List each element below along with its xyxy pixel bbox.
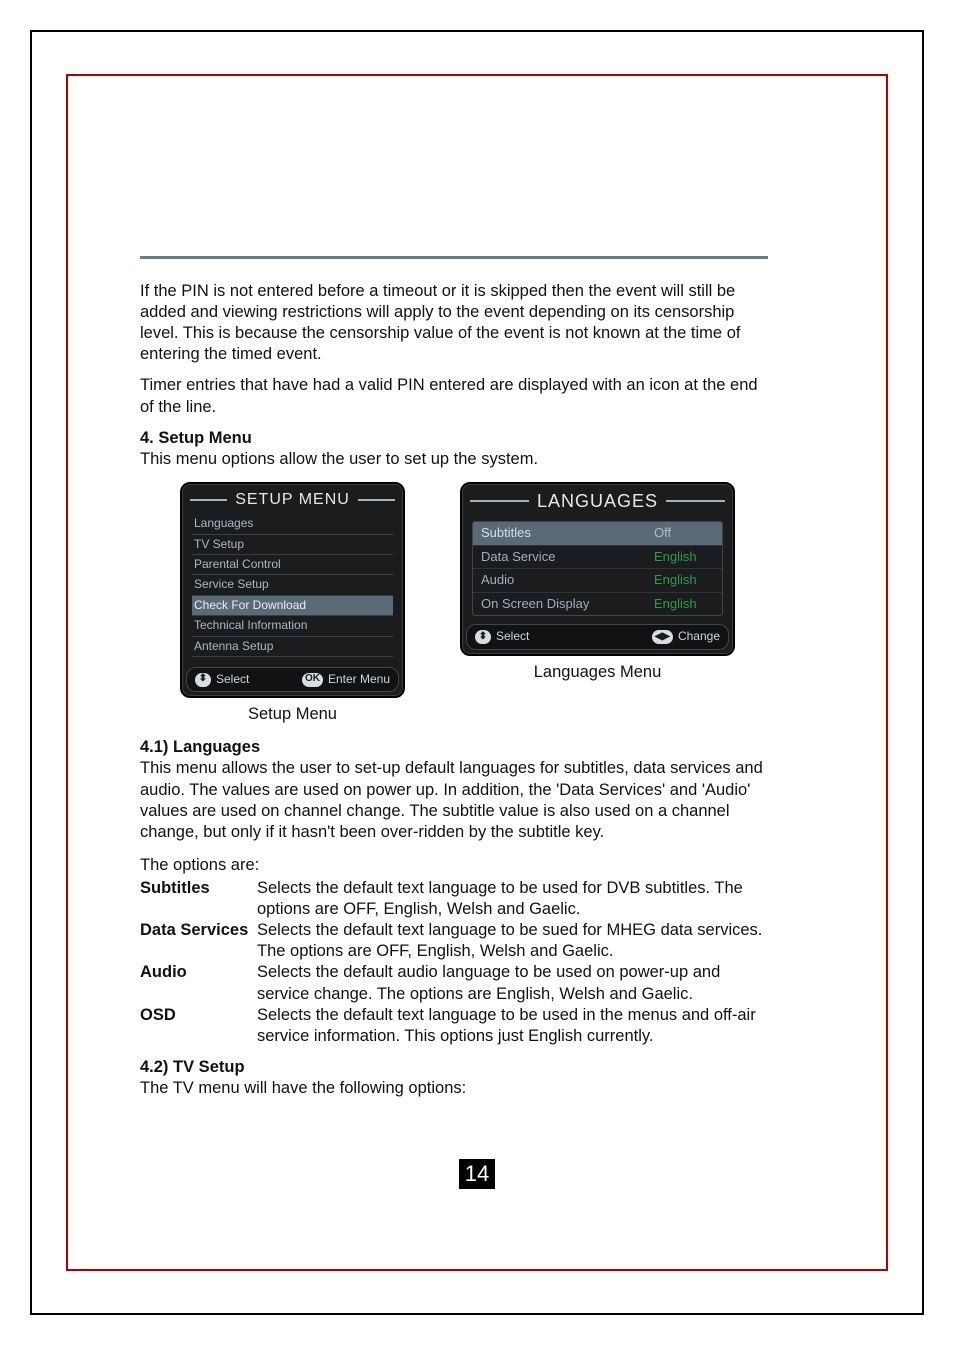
page-border-outer: If the PIN is not entered before a timeo… bbox=[30, 30, 924, 1315]
updown-icon: ⬍ bbox=[195, 673, 211, 687]
title-line-right bbox=[358, 499, 395, 501]
option-key: Data Services bbox=[140, 920, 257, 962]
language-row: On Screen DisplayEnglish bbox=[473, 593, 722, 616]
setup-menu-panel: SETUP MENU LanguagesTV SetupParental Con… bbox=[180, 482, 405, 698]
paragraph-tv-setup: The TV menu will have the following opti… bbox=[140, 1078, 768, 1099]
footer-enter-label: Enter Menu bbox=[328, 672, 390, 687]
language-key: Subtitles bbox=[481, 525, 654, 542]
language-key: Data Service bbox=[481, 549, 654, 566]
option-key: OSD bbox=[140, 1005, 257, 1047]
leftright-icon: ◀▶ bbox=[652, 630, 673, 644]
footer-select-group: ⬍ Select bbox=[195, 672, 249, 687]
footer-change-label: Change bbox=[678, 629, 720, 644]
languages-footer: ⬍ Select ◀▶ Change bbox=[466, 624, 729, 649]
language-value: English bbox=[654, 572, 714, 589]
paragraph-pin: If the PIN is not entered before a timeo… bbox=[140, 281, 768, 365]
menu-item: Languages bbox=[192, 514, 393, 534]
menu-item: Parental Control bbox=[192, 555, 393, 575]
updown-icon: ⬍ bbox=[475, 630, 491, 644]
heading-tv-setup: 4.2) TV Setup bbox=[140, 1057, 768, 1078]
header-rule bbox=[140, 256, 768, 259]
title-line-left bbox=[470, 500, 529, 502]
page-number: 14 bbox=[459, 1159, 495, 1189]
language-row: AudioEnglish bbox=[473, 569, 722, 593]
footer-select-label: Select bbox=[216, 672, 249, 687]
options-intro: The options are: bbox=[140, 855, 768, 876]
option-row: Data ServicesSelects the default text la… bbox=[140, 920, 768, 962]
figures-row: SETUP MENU LanguagesTV SetupParental Con… bbox=[180, 482, 768, 725]
languages-rows: SubtitlesOffData ServiceEnglishAudioEngl… bbox=[472, 521, 723, 617]
content-column: If the PIN is not entered before a timeo… bbox=[140, 256, 768, 1109]
options-wrap: The options are: SubtitlesSelects the de… bbox=[140, 855, 768, 1047]
option-value: Selects the default text language to be … bbox=[257, 920, 768, 962]
option-value: Selects the default text language to be … bbox=[257, 878, 768, 920]
language-value: Off bbox=[654, 525, 714, 542]
languages-body: SubtitlesOffData ServiceEnglishAudioEngl… bbox=[462, 515, 733, 621]
language-key: On Screen Display bbox=[481, 596, 654, 613]
menu-item: Antenna Setup bbox=[192, 637, 393, 657]
paragraph-setup-intro: This menu options allow the user to set … bbox=[140, 449, 768, 470]
option-key: Audio bbox=[140, 962, 257, 1004]
footer-select-label: Select bbox=[496, 629, 529, 644]
options-table: SubtitlesSelects the default text langua… bbox=[140, 878, 768, 1047]
option-row: AudioSelects the default audio language … bbox=[140, 962, 768, 1004]
option-row: OSDSelects the default text language to … bbox=[140, 1005, 768, 1047]
language-value: English bbox=[654, 549, 714, 566]
panel-title-wrap: SETUP MENU bbox=[182, 484, 403, 512]
language-row: Data ServiceEnglish bbox=[473, 546, 722, 570]
option-row: SubtitlesSelects the default text langua… bbox=[140, 878, 768, 920]
languages-title: LANGUAGES bbox=[529, 490, 666, 513]
heading-languages: 4.1) Languages bbox=[140, 737, 768, 758]
ok-icon: OK bbox=[302, 673, 323, 687]
title-line-right bbox=[666, 500, 725, 502]
figure-setup-menu: SETUP MENU LanguagesTV SetupParental Con… bbox=[180, 482, 405, 725]
figure-languages: LANGUAGES SubtitlesOffData ServiceEnglis… bbox=[460, 482, 735, 725]
page-number-wrap: 14 bbox=[68, 1159, 886, 1189]
option-key: Subtitles bbox=[140, 878, 257, 920]
menu-item: TV Setup bbox=[192, 535, 393, 555]
setup-menu-title: SETUP MENU bbox=[227, 490, 358, 510]
page-border-inner: If the PIN is not entered before a timeo… bbox=[66, 74, 888, 1271]
language-key: Audio bbox=[481, 572, 654, 589]
footer-select-group: ⬍ Select bbox=[475, 629, 529, 644]
paragraph-timer: Timer entries that have had a valid PIN … bbox=[140, 375, 768, 417]
language-row: SubtitlesOff bbox=[473, 522, 722, 546]
caption-languages: Languages Menu bbox=[534, 662, 662, 683]
menu-item: Service Setup bbox=[192, 575, 393, 595]
panel-title-wrap: LANGUAGES bbox=[462, 484, 733, 515]
setup-menu-list: LanguagesTV SetupParental ControlService… bbox=[182, 512, 403, 663]
option-value: Selects the default text language to be … bbox=[257, 1005, 768, 1047]
footer-enter-group: OK Enter Menu bbox=[302, 672, 390, 687]
menu-item: Technical Information bbox=[192, 616, 393, 636]
title-line-left bbox=[190, 499, 227, 501]
option-value: Selects the default audio language to be… bbox=[257, 962, 768, 1004]
footer-change-group: ◀▶ Change bbox=[652, 629, 720, 644]
paragraph-languages: This menu allows the user to set-up defa… bbox=[140, 758, 768, 842]
languages-panel: LANGUAGES SubtitlesOffData ServiceEnglis… bbox=[460, 482, 735, 656]
heading-setup-menu: 4. Setup Menu bbox=[140, 428, 768, 449]
setup-menu-footer: ⬍ Select OK Enter Menu bbox=[186, 667, 399, 692]
menu-item: Check For Download bbox=[192, 596, 393, 616]
language-value: English bbox=[654, 596, 714, 613]
caption-setup-menu: Setup Menu bbox=[248, 704, 337, 725]
